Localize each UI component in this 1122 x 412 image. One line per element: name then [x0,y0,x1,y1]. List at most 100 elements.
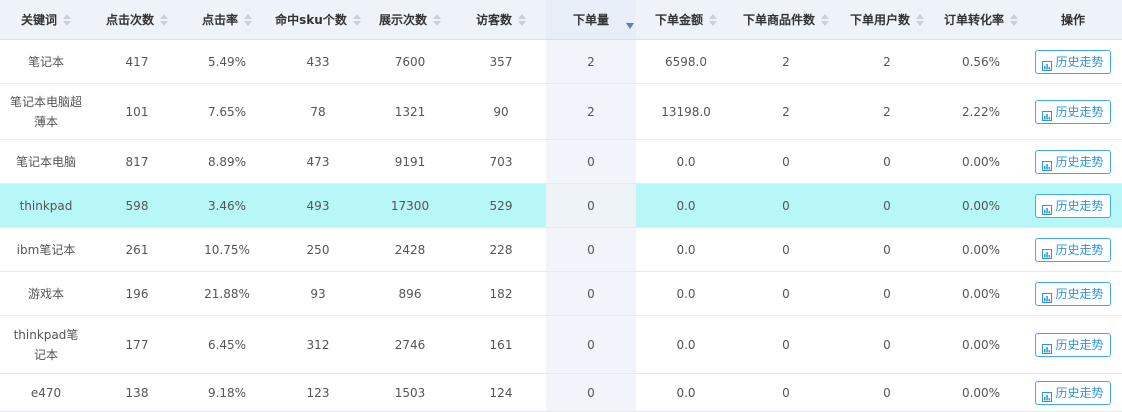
cell-actions: 历史走势 [1024,184,1122,227]
sort-icon[interactable] [821,13,829,26]
history-trend-label: 历史走势 [1055,54,1104,69]
header-order-users[interactable]: 下单用户数 [836,0,938,39]
clicks-value: 417 [125,54,149,69]
header-sku-count[interactable]: 命中sku个数 [272,0,364,39]
cell-keyword: thinkpad笔记本 [0,316,92,373]
cell-order-items: 0 [736,184,836,227]
sort-icon[interactable] [433,13,441,26]
sku-count-value: 123 [306,385,330,400]
history-trend-button[interactable]: 历史走势 [1035,332,1111,357]
header-impressions[interactable]: 展示次数 [364,0,456,39]
clicks-value: 101 [125,104,149,119]
sort-descending-icon[interactable] [626,23,634,29]
table-row[interactable]: 笔记本 417 5.49% 433 7600 357 2 6598.0 2 2 0.56% 历史走势 [0,40,1122,84]
header-label: 关键词 [20,12,57,27]
history-trend-button[interactable]: 历史走势 [1035,237,1111,262]
sku-count-value: 250 [306,242,330,257]
table-row[interactable]: thinkpad 598 3.46% 493 17300 529 0 0.0 0 0 0.00% 历史… [0,184,1122,228]
visitors-value: 228 [489,242,513,257]
sort-icon[interactable] [709,13,717,26]
history-trend-label: 历史走势 [1055,198,1104,213]
header-label: 操作 [1060,12,1085,27]
table-row[interactable]: 游戏本 196 21.88% 93 896 182 0 0.0 0 0 0.00% 历史走势 [0,272,1122,316]
header-actions: 操作 [1024,0,1122,39]
keyword-value: thinkpad笔记本 [13,327,79,362]
sort-icon[interactable] [244,13,252,26]
cell-conversion-rate: 0.00% [938,184,1024,227]
header-order-items[interactable]: 下单商品件数 [736,0,836,39]
sort-icon[interactable] [63,13,71,26]
impressions-value: 17300 [390,198,430,213]
order-users-value: 2 [883,104,891,119]
table-row[interactable]: 笔记本电脑 817 8.89% 473 9191 703 0 0.0 0 0 0.00% 历史走势 [0,140,1122,184]
history-trend-button[interactable]: 历史走势 [1035,193,1111,218]
header-visitors[interactable]: 访客数 [456,0,546,39]
cell-sku-count: 78 [272,84,364,139]
cell-order-amount: 0.0 [636,228,736,271]
header-order-amount[interactable]: 下单金额 [636,0,736,39]
cell-actions: 历史走势 [1024,40,1122,83]
table-row[interactable]: 笔记本电脑超薄本 101 7.65% 78 1321 90 2 13198.0 2 2 2.22% 历… [0,84,1122,140]
visitors-value: 357 [489,54,513,69]
cell-visitors: 228 [456,228,546,271]
cell-order-items: 0 [736,272,836,315]
header-label: 展示次数 [378,12,427,27]
cell-keyword: 游戏本 [0,272,92,315]
visitors-value: 124 [489,385,513,400]
cell-clicks: 101 [92,84,182,139]
history-trend-button[interactable]: 历史走势 [1035,281,1111,306]
history-trend-label: 历史走势 [1055,104,1104,119]
chart-icon [1042,107,1053,121]
cell-orders: 0 [546,184,636,227]
cell-order-users: 0 [836,140,938,183]
cell-impressions: 17300 [364,184,456,227]
cell-orders: 2 [546,84,636,139]
header-orders[interactable]: 下单量 [546,0,636,39]
header-conversion-rate[interactable]: 订单转化率 [938,0,1024,39]
cell-visitors: 182 [456,272,546,315]
sort-icon[interactable] [160,13,168,26]
cell-orders: 0 [546,272,636,315]
history-trend-button[interactable]: 历史走势 [1035,49,1111,74]
history-trend-label: 历史走势 [1055,337,1104,352]
sort-icon[interactable] [916,13,924,26]
order-items-value: 2 [782,54,790,69]
header-keyword[interactable]: 关键词 [0,0,92,39]
header-ctr[interactable]: 点击率 [182,0,272,39]
keyword-value: 笔记本电脑 [15,154,76,169]
cell-clicks: 196 [92,272,182,315]
table-row[interactable]: e470 138 9.18% 123 1503 124 0 0.0 0 0 0.00% 历史走势 [0,374,1122,412]
history-trend-button[interactable]: 历史走势 [1035,149,1111,174]
sku-count-value: 78 [310,104,326,119]
impressions-value: 1503 [394,385,426,400]
order-items-value: 0 [782,286,790,301]
keyword-value: 笔记本 [27,54,64,69]
conversion-rate-value: 0.00% [961,242,1001,257]
history-trend-button[interactable]: 历史走势 [1035,380,1111,405]
sort-icon[interactable] [518,13,526,26]
chart-icon [1042,289,1053,303]
sku-count-value: 433 [306,54,330,69]
header-label: 点击率 [201,12,238,27]
cell-order-users: 0 [836,272,938,315]
ctr-value: 8.89% [207,154,247,169]
history-trend-button[interactable]: 历史走势 [1035,99,1111,124]
header-clicks[interactable]: 点击次数 [92,0,182,39]
order-amount-value: 0.0 [676,242,696,257]
orders-value: 0 [587,242,595,257]
cell-order-amount: 6598.0 [636,40,736,83]
cell-order-items: 2 [736,84,836,139]
cell-orders: 0 [546,316,636,373]
cell-clicks: 138 [92,374,182,411]
cell-conversion-rate: 0.00% [938,316,1024,373]
table-row[interactable]: thinkpad笔记本 177 6.45% 312 2746 161 0 0.0 0 0 0.00%… [0,316,1122,374]
sort-icon[interactable] [352,13,361,26]
cell-order-items: 2 [736,40,836,83]
ctr-value: 9.18% [207,385,247,400]
conversion-rate-value: 0.00% [961,286,1001,301]
order-amount-value: 0.0 [676,286,696,301]
cell-actions: 历史走势 [1024,374,1122,411]
table-row[interactable]: ibm笔记本 261 10.75% 250 2428 228 0 0.0 0 0 0.00% 历史走势 [0,228,1122,272]
chart-icon [1042,57,1053,71]
sort-icon[interactable] [1010,13,1018,26]
